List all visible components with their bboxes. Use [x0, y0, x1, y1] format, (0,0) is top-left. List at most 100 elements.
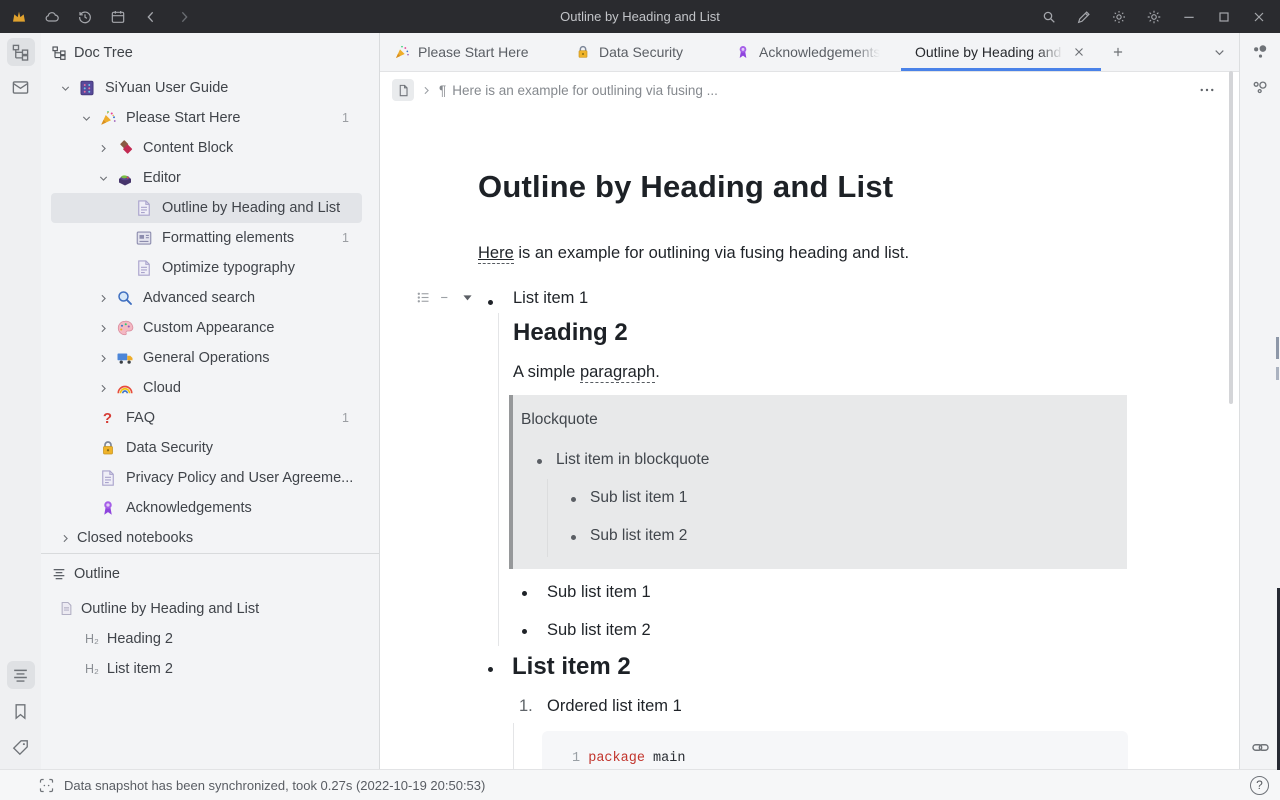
list-gutter-icon[interactable] — [416, 290, 431, 305]
code-block[interactable]: 1 package main — [542, 731, 1128, 769]
blockquote-list-item: List item in blockquote — [556, 451, 709, 469]
dock-doc-tree-button[interactable] — [7, 38, 35, 66]
newspaper-icon — [134, 229, 153, 248]
tree-item-data-security[interactable]: Data Security — [41, 433, 379, 463]
chevron-right-icon[interactable] — [91, 293, 115, 304]
tree-item-acknowledgements[interactable]: Acknowledgements — [41, 493, 379, 523]
settings-gear-icon[interactable] — [1143, 6, 1165, 28]
breadcrumb: ¶Here is an example for outlining via fu… — [380, 72, 1240, 108]
outline-item-heading-2[interactable]: H₂ Heading 2 — [41, 624, 379, 654]
chevron-right-icon[interactable] — [91, 143, 115, 154]
dock-global-graph-button[interactable] — [1246, 73, 1274, 101]
document-icon — [134, 199, 153, 218]
chevron-right-icon[interactable] — [91, 323, 115, 334]
block-ref-link[interactable]: Here — [478, 244, 514, 264]
chevron-right-icon[interactable] — [53, 533, 77, 544]
side-panel: Doc Tree SiYuan User Guide Please Start … — [41, 33, 380, 769]
sub-list-item-2: Sub list item 2 — [547, 621, 651, 640]
navigate-back-icon[interactable] — [140, 6, 162, 28]
close-icon[interactable] — [1248, 6, 1270, 28]
outline-item-doc[interactable]: Outline by Heading and List — [41, 594, 379, 624]
intro-paragraph: Here is an example for outlining via fus… — [478, 244, 909, 263]
siyuan-logo-icon[interactable] — [8, 6, 30, 28]
tree-item-closed-notebooks[interactable]: Closed notebooks — [41, 523, 379, 553]
minimize-icon[interactable] — [1178, 6, 1200, 28]
dock-inbox-button[interactable] — [7, 73, 35, 101]
chevron-down-icon[interactable] — [53, 83, 77, 94]
ordered-list-item-1: Ordered list item 1 — [547, 697, 682, 716]
tab-data-security[interactable]: Data Security — [561, 33, 721, 71]
list-guide-line — [513, 723, 514, 769]
tree-item-general-operations[interactable]: General Operations — [41, 343, 379, 373]
ordered-list-number: 1. — [519, 697, 533, 716]
tree-item-privacy-policy[interactable]: Privacy Policy and User Agreeme... — [41, 463, 379, 493]
dock-bookmark-button[interactable] — [7, 697, 35, 725]
snapshot-icon — [38, 777, 55, 794]
tab-please-start-here[interactable]: Please Start Here — [380, 33, 561, 71]
tree-item-custom-appearance[interactable]: Custom Appearance — [41, 313, 379, 343]
party-popper-icon — [98, 109, 117, 128]
document-icon — [98, 469, 117, 488]
tree-item-cloud[interactable]: Cloud — [41, 373, 379, 403]
tree-item-faq[interactable]: ? FAQ 1 — [41, 403, 379, 433]
data-history-icon[interactable] — [74, 6, 96, 28]
chevron-right-icon[interactable] — [91, 383, 115, 394]
heading-2: Heading 2 — [513, 319, 628, 347]
dock-tag-button[interactable] — [7, 733, 35, 761]
tree-item-formatting-elements[interactable]: Formatting elements 1 — [41, 223, 379, 253]
outline-item-list-item-2[interactable]: H₂ List item 2 — [41, 654, 379, 684]
outline-header: Outline — [41, 554, 379, 594]
status-message: Data snapshot has been synchronized, too… — [64, 778, 485, 793]
breadcrumb-block[interactable]: ¶Here is an example for outlining via fu… — [439, 83, 718, 98]
rainbow-icon — [115, 379, 134, 398]
virtual-ref[interactable]: paragraph — [580, 363, 655, 383]
chevron-right-icon[interactable] — [91, 353, 115, 364]
doc-icon[interactable] — [392, 79, 414, 101]
sync-cloud-icon[interactable] — [41, 6, 63, 28]
outline-panel: Outline Outline by Heading and List H₂ H… — [41, 553, 379, 684]
editor-scrollbar[interactable] — [1229, 71, 1233, 404]
dock-graph-button[interactable] — [1246, 38, 1274, 66]
doc-tree-icon — [51, 45, 67, 61]
list-item-gutter-icon[interactable] — [438, 290, 453, 305]
tab-outline-by-heading-and-list[interactable]: Outline by Heading and List — [901, 33, 1101, 71]
tree-item-optimize-typography[interactable]: Optimize typography — [41, 253, 379, 283]
breadcrumb-text: Here is an example for outlining via fus… — [452, 83, 718, 98]
tree-item-outline-by-heading-and-list[interactable]: Outline by Heading and List — [41, 193, 379, 223]
editor-content[interactable]: Outline by Heading and List Here is an e… — [380, 107, 1240, 769]
maximize-icon[interactable] — [1213, 6, 1235, 28]
theme-sun-icon[interactable] — [1108, 6, 1130, 28]
tree-item-please-start-here[interactable]: Please Start Here 1 — [41, 103, 379, 133]
h2-marker: H₂ — [85, 662, 99, 676]
tree-item-advanced-search[interactable]: Advanced search — [41, 283, 379, 313]
daily-note-icon[interactable] — [107, 6, 129, 28]
tree-item-content-block[interactable]: Content Block — [41, 133, 379, 163]
tab-list-chevron-button[interactable] — [1213, 33, 1226, 71]
list-bullet — [571, 497, 576, 502]
block-gutter — [416, 290, 475, 305]
more-icon[interactable] — [1198, 81, 1216, 99]
lock-icon — [575, 44, 591, 60]
ref-count-badge: 1 — [342, 111, 349, 125]
ribbon-icon — [735, 44, 751, 60]
collapse-arrow-icon[interactable] — [460, 290, 475, 305]
tab-acknowledgements[interactable]: Acknowledgements — [721, 33, 901, 71]
sub-list-item-1: Sub list item 1 — [547, 583, 651, 602]
dock-outline-button[interactable] — [7, 661, 35, 689]
siyuan-window: Outline by Heading and List — [0, 0, 1280, 800]
chevron-down-icon[interactable] — [74, 113, 98, 124]
navigate-forward-icon[interactable] — [173, 6, 195, 28]
chevron-down-icon[interactable] — [91, 173, 115, 184]
help-button[interactable]: ? — [1250, 776, 1269, 795]
new-tab-button[interactable] — [1101, 33, 1135, 71]
search-icon[interactable] — [1038, 6, 1060, 28]
tree-item-siyuan-user-guide[interactable]: SiYuan User Guide — [41, 73, 379, 103]
dock-backlinks-button[interactable] — [1246, 733, 1274, 761]
notebook-icon — [77, 79, 96, 98]
close-tab-icon[interactable] — [1073, 46, 1085, 58]
edit-pencil-icon[interactable] — [1073, 6, 1095, 28]
list-guide-line — [547, 479, 548, 557]
blockquote: Blockquote List item in blockquote Sub l… — [509, 395, 1127, 569]
editor-area: Please Start Here Data Security Acknowle… — [380, 33, 1240, 769]
tree-item-editor[interactable]: Editor — [41, 163, 379, 193]
